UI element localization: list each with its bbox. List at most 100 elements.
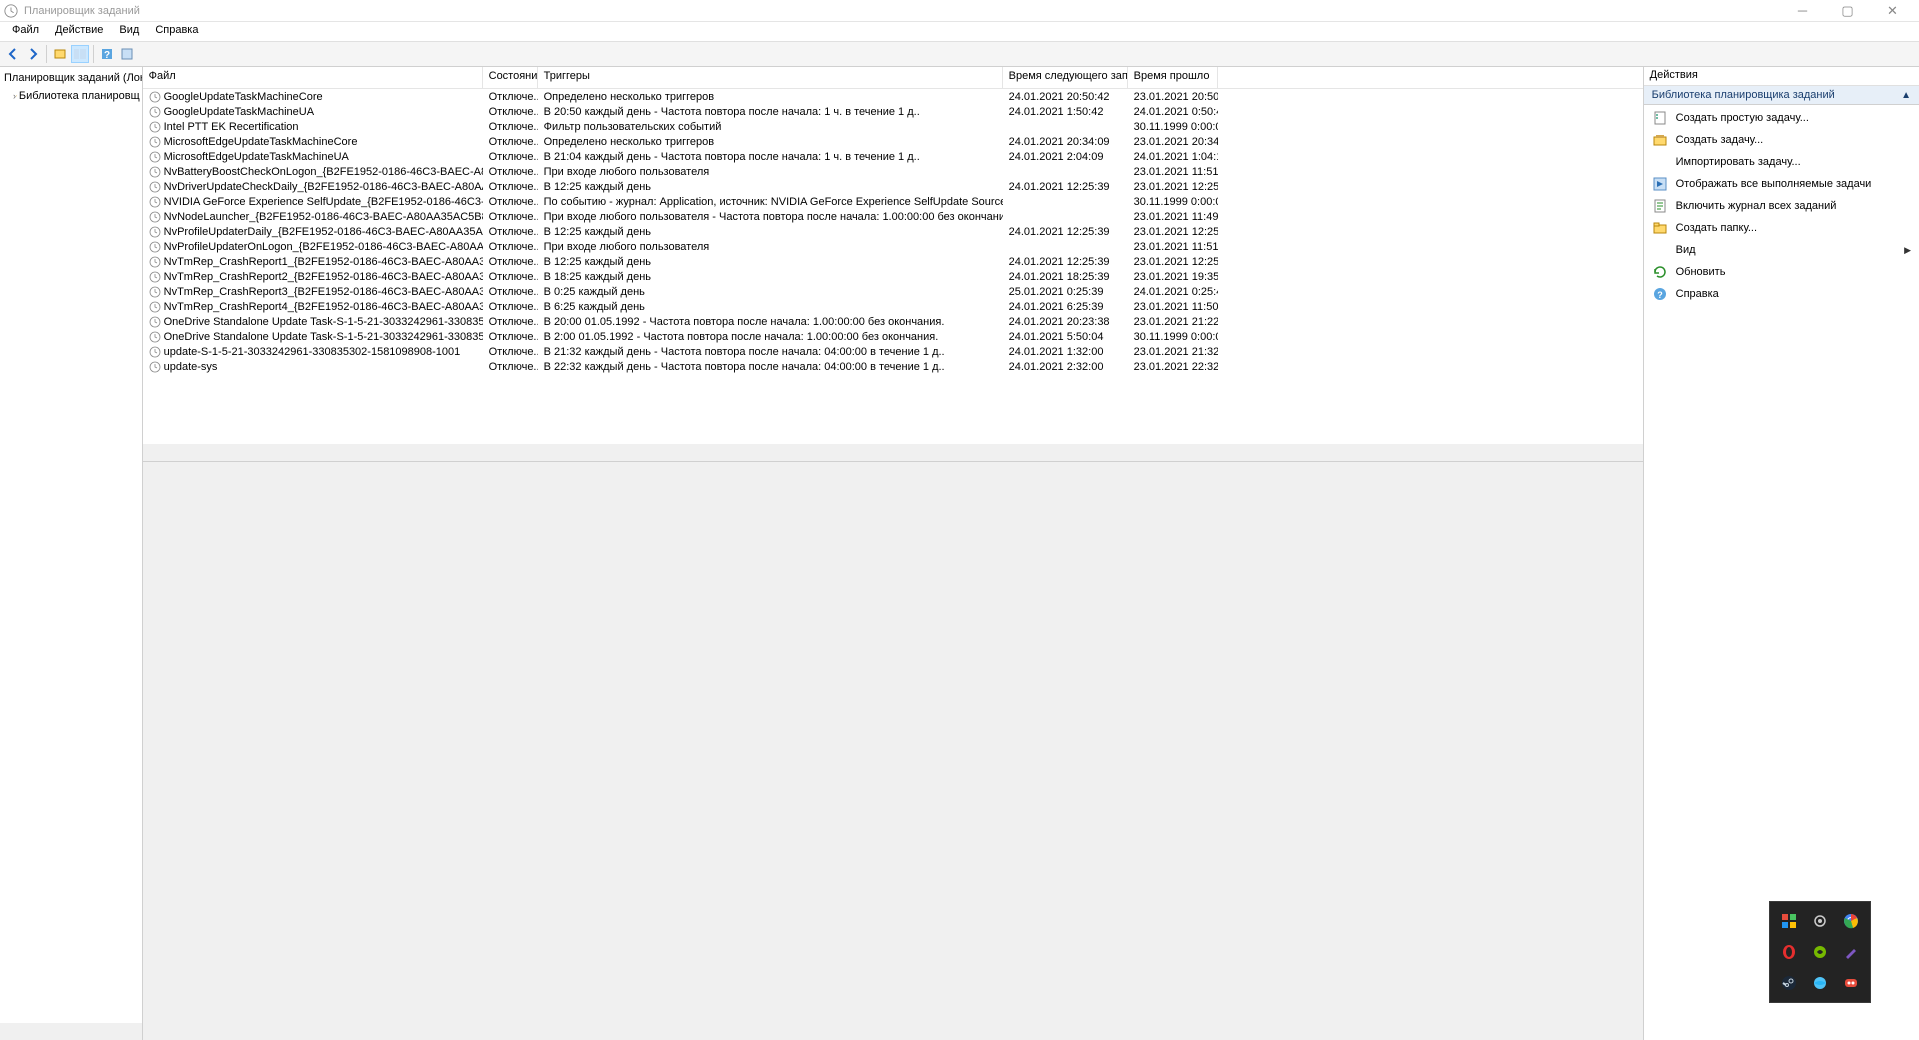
clock-icon [149,241,161,253]
tray-chrome-icon[interactable] [1839,909,1863,933]
actions-title: Действия [1644,67,1919,86]
clock-icon [149,361,161,373]
tray-security-icon[interactable] [1777,909,1801,933]
task-row[interactable]: update-sys Отключе... В 22:32 каждый ден… [143,359,1643,374]
details-pane [143,462,1643,1040]
clock-icon [149,196,161,208]
action-item[interactable]: Импортировать задачу... [1644,151,1919,173]
col-file[interactable]: Файл [143,67,483,88]
task-row[interactable]: NvTmRep_CrashReport2_{B2FE1952-0186-46C3… [143,269,1643,284]
clock-icon [149,121,161,133]
task-row[interactable]: NvDriverUpdateCheckDaily_{B2FE1952-0186-… [143,179,1643,194]
clock-icon [149,316,161,328]
task-list: Файл Состояние Триггеры Время следующего… [143,67,1643,462]
action-item[interactable]: Создать простую задачу... [1644,107,1919,129]
task-row[interactable]: NvTmRep_CrashReport3_{B2FE1952-0186-46C3… [143,284,1643,299]
blank-icon [1652,242,1668,258]
col-triggers[interactable]: Триггеры [538,67,1003,88]
tray-brush-icon[interactable] [1839,940,1863,964]
submenu-arrow-icon: ▶ [1904,245,1911,256]
task2-icon [1652,132,1668,148]
tray-settings-icon[interactable] [1808,909,1832,933]
action-item[interactable]: Создать задачу... [1644,129,1919,151]
blank-icon [1652,154,1668,170]
tray-globe-icon[interactable] [1808,971,1832,995]
window-title: Планировщик заданий [24,5,1780,17]
clock-icon [149,151,161,163]
clock-icon [149,166,161,178]
app-icon [4,4,18,18]
svg-text:?: ? [104,50,110,61]
task-row[interactable]: OneDrive Standalone Update Task-S-1-5-21… [143,329,1643,344]
task-row[interactable]: GoogleUpdateTaskMachineUA Отключе... В 2… [143,104,1643,119]
task-row[interactable]: NvNodeLauncher_{B2FE1952-0186-46C3-BAEC-… [143,209,1643,224]
task-row[interactable]: NvProfileUpdaterOnLogon_{B2FE1952-0186-4… [143,239,1643,254]
col-next[interactable]: Время следующего запуска [1003,67,1128,88]
menu-view[interactable]: Вид [111,22,147,41]
menu-file[interactable]: Файл [4,22,47,41]
col-state[interactable]: Состояние [483,67,538,88]
list-scrollbar[interactable] [143,444,1643,461]
task-row[interactable]: NvProfileUpdaterDaily_{B2FE1952-0186-46C… [143,224,1643,239]
running-icon [1652,176,1668,192]
tree-scrollbar[interactable] [0,1023,142,1040]
action-item[interactable]: Обновить [1644,261,1919,283]
action-item[interactable]: Создать папку... [1644,217,1919,239]
maximize-button[interactable]: ▢ [1825,1,1870,21]
task-row[interactable]: Intel PTT EK Recertification Отключе... … [143,119,1643,134]
clock-icon [149,331,161,343]
clock-icon [149,256,161,268]
minimize-button[interactable]: ─ [1780,1,1825,21]
actions-section[interactable]: Библиотека планировщика заданий ▲ [1644,86,1919,105]
task-row[interactable]: MicrosoftEdgeUpdateTaskMachineUA Отключе… [143,149,1643,164]
refresh-icon [1652,264,1668,280]
back-button[interactable] [4,45,22,63]
task-row[interactable]: OneDrive Standalone Update Task-S-1-5-21… [143,314,1643,329]
clock-icon [149,286,161,298]
tree-pane: Планировщик заданий (Лок › Библиотека пл… [0,67,143,1040]
tray-nvidia-icon[interactable] [1808,940,1832,964]
action-item[interactable]: Отображать все выполняемые задачи [1644,173,1919,195]
folder-icon [1652,220,1668,236]
menu-help[interactable]: Справка [147,22,206,41]
system-tray-popup [1769,901,1871,1003]
toolbar-btn-4[interactable] [118,45,136,63]
help-button[interactable]: ? [98,45,116,63]
task-icon [1652,110,1668,126]
svg-text:?: ? [1657,290,1663,300]
clock-icon [149,211,161,223]
task-row[interactable]: update-S-1-5-21-3033242961-330835302-158… [143,344,1643,359]
toolbar: ? [0,41,1919,67]
clock-icon [149,346,161,358]
task-row[interactable]: GoogleUpdateTaskMachineCore Отключе... О… [143,89,1643,104]
clock-icon [149,271,161,283]
action-item[interactable]: Вид▶ [1644,239,1919,261]
task-row[interactable]: NvBatteryBoostCheckOnLogon_{B2FE1952-018… [143,164,1643,179]
action-item[interactable]: Включить журнал всех заданий [1644,195,1919,217]
toolbar-btn-1[interactable] [51,45,69,63]
menu-action[interactable]: Действие [47,22,111,41]
titlebar: Планировщик заданий ─ ▢ ✕ [0,0,1919,22]
help-icon: ? [1652,286,1668,302]
tray-discord-icon[interactable] [1839,971,1863,995]
toolbar-btn-2[interactable] [71,45,89,63]
tree-library[interactable]: › Библиотека планировщ [2,87,140,105]
tray-steam-icon[interactable] [1777,971,1801,995]
collapse-icon[interactable]: ▲ [1901,90,1911,101]
close-button[interactable]: ✕ [1870,1,1915,21]
log-icon [1652,198,1668,214]
col-last[interactable]: Время прошло [1128,67,1218,88]
clock-icon [149,226,161,238]
task-row[interactable]: NVIDIA GeForce Experience SelfUpdate_{B2… [143,194,1643,209]
task-header: Файл Состояние Триггеры Время следующего… [143,67,1643,89]
task-row[interactable]: NvTmRep_CrashReport1_{B2FE1952-0186-46C3… [143,254,1643,269]
task-row[interactable]: NvTmRep_CrashReport4_{B2FE1952-0186-46C3… [143,299,1643,314]
forward-button[interactable] [24,45,42,63]
tree-root[interactable]: Планировщик заданий (Лок [2,69,140,87]
tray-opera-icon[interactable] [1777,940,1801,964]
clock-icon [149,136,161,148]
clock-icon [149,301,161,313]
task-row[interactable]: MicrosoftEdgeUpdateTaskMachineCore Отклю… [143,134,1643,149]
action-item[interactable]: ?Справка [1644,283,1919,305]
actions-pane: Действия Библиотека планировщика заданий… [1644,67,1919,1040]
